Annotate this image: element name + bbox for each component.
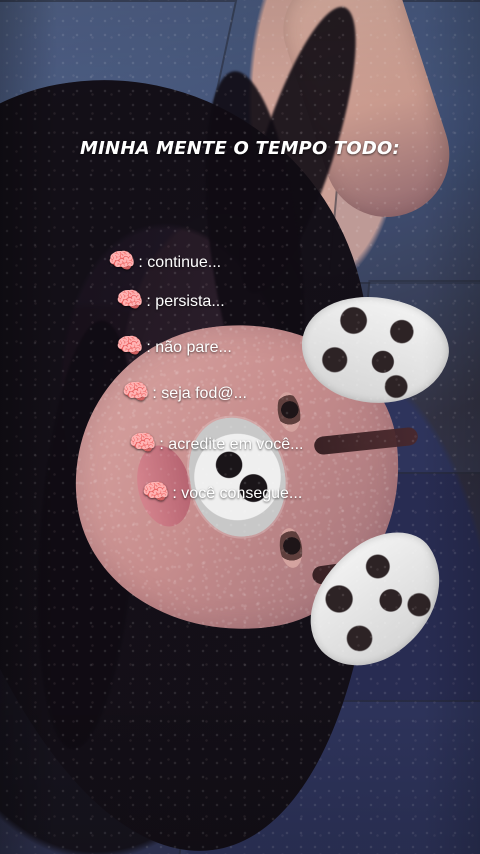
story-line-text: : persista...	[146, 293, 225, 310]
story-line-text: : não pare...	[146, 339, 232, 356]
story-line-text: : seja fod@...	[152, 385, 247, 402]
story-screen: MINHA MENTE O TEMPO TODO: 🧠 : continue..…	[0, 0, 480, 854]
story-line-text: : acredite em você...	[159, 436, 304, 453]
brain-icon: 🧠	[108, 249, 136, 274]
brain-icon: 🧠	[129, 431, 157, 456]
story-line: 🧠 : seja fod@...	[122, 380, 247, 405]
story-line: 🧠 : acredite em você...	[129, 431, 304, 456]
story-line-text: : você consegue...	[172, 485, 303, 502]
story-line: 🧠 : você consegue...	[142, 480, 303, 505]
brain-icon: 🧠	[122, 380, 150, 405]
story-line: 🧠 : não pare...	[116, 334, 232, 359]
story-line: 🧠 : persista...	[116, 288, 225, 313]
brain-icon: 🧠	[116, 334, 144, 359]
story-line: 🧠 : continue...	[108, 249, 222, 274]
story-line-text: : continue...	[138, 254, 222, 271]
brain-icon: 🧠	[142, 480, 170, 505]
story-title: MINHA MENTE O TEMPO TODO:	[80, 138, 400, 159]
brain-icon: 🧠	[116, 288, 144, 313]
